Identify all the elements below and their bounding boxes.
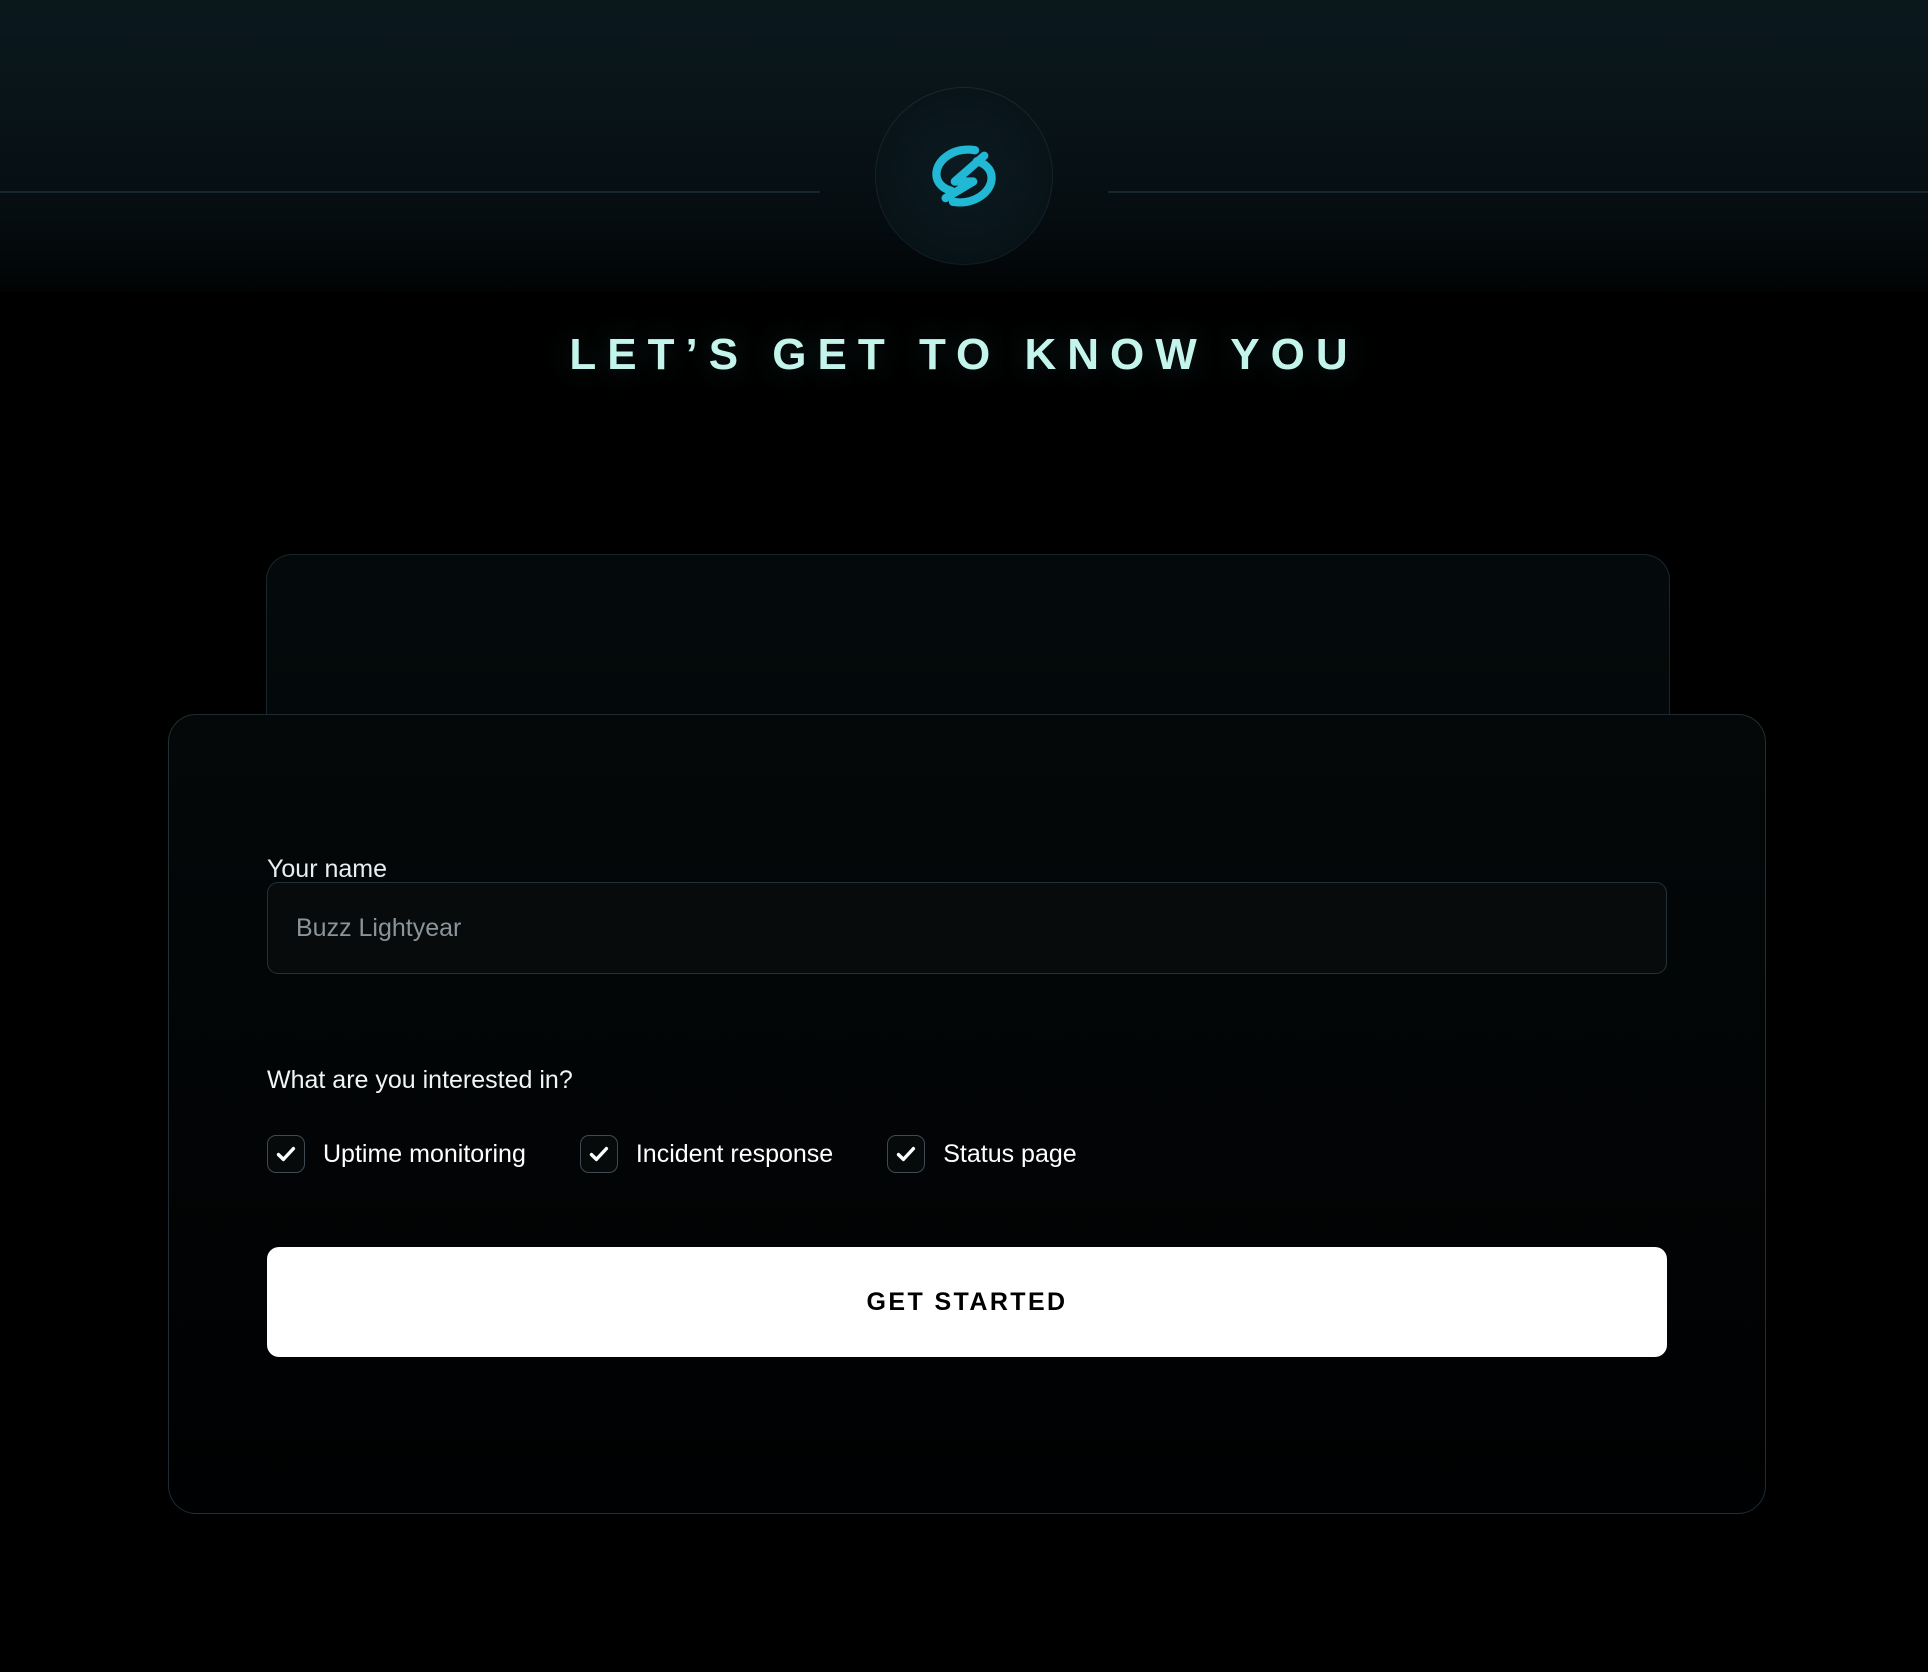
page-title: LET’S GET TO KNOW YOU <box>569 330 1359 379</box>
get-started-button[interactable]: Get started <box>267 1247 1667 1357</box>
logo-badge <box>876 88 1052 264</box>
interests-checkbox-group: Uptime monitoring Incident response Stat… <box>267 1135 1667 1173</box>
checkbox-uptime-monitoring[interactable]: Uptime monitoring <box>267 1135 526 1173</box>
header-band <box>0 0 1928 292</box>
onboarding-form: Your name What are you interested in? Up… <box>267 857 1667 1357</box>
swirl-bolt-logo-icon <box>932 145 996 207</box>
checkbox-status-page[interactable]: Status page <box>887 1135 1077 1173</box>
checkmark-icon[interactable] <box>267 1135 305 1173</box>
interests-question-label: What are you interested in? <box>267 1066 573 1094</box>
name-input[interactable] <box>267 882 1667 974</box>
checkbox-incident-response[interactable]: Incident response <box>579 1135 834 1173</box>
name-field-label: Your name <box>267 855 387 883</box>
checkbox-label: Uptime monitoring <box>323 1139 526 1168</box>
checkmark-icon[interactable] <box>579 1135 618 1173</box>
checkmark-icon[interactable] <box>887 1135 926 1173</box>
onboarding-card: Your name What are you interested in? Up… <box>168 714 1766 1514</box>
checkbox-label: Status page <box>943 1139 1077 1168</box>
checkbox-label: Incident response <box>635 1139 834 1168</box>
